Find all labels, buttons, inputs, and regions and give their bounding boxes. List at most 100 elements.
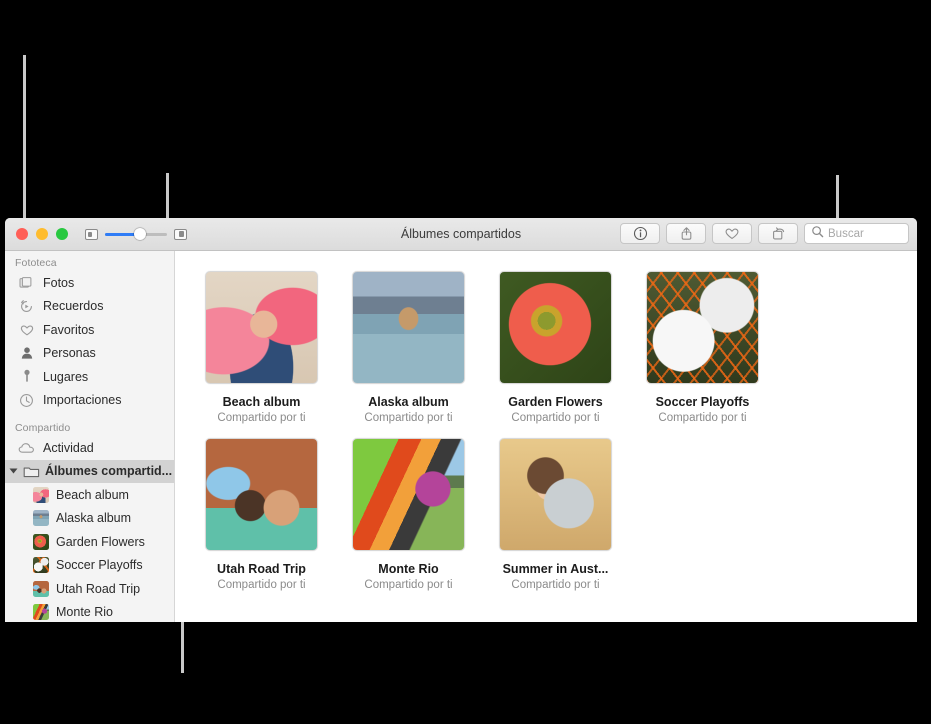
person-icon xyxy=(18,346,35,360)
sidebar-item-label: Álbumes compartid... xyxy=(45,464,173,479)
shared-albums-grid-area: Beach album Compartido por ti Alaska alb… xyxy=(176,251,917,622)
album-thumbnail xyxy=(33,533,49,550)
traffic-light-group xyxy=(5,228,68,240)
album-subtitle: Compartido por ti xyxy=(217,412,306,424)
sidebar-item-label: Monte Rio xyxy=(56,605,113,620)
sidebar-item-albumes-compartidos[interactable]: Álbumes compartid... xyxy=(5,459,174,483)
album-title: Beach album xyxy=(222,395,301,409)
album-thumbnail[interactable] xyxy=(499,271,612,384)
album-subtitle: Compartido por ti xyxy=(364,412,453,424)
clock-icon xyxy=(18,393,35,408)
album-grid: Beach album Compartido por ti Alaska alb… xyxy=(188,271,917,605)
album-thumbnail xyxy=(33,486,49,503)
cloud-icon xyxy=(18,442,35,454)
heart-icon xyxy=(18,323,35,337)
sidebar-item-label: Favoritos xyxy=(43,322,95,337)
thumbnail-small-icon xyxy=(85,228,98,240)
album-thumbnail xyxy=(33,510,49,527)
sidebar-item-label: Beach album xyxy=(56,487,129,502)
search-field[interactable]: Buscar xyxy=(804,223,909,244)
favorite-button[interactable] xyxy=(712,223,752,244)
album-card[interactable]: Monte Rio Compartido por ti xyxy=(335,438,482,591)
sidebar-item-beach-album[interactable]: Beach album xyxy=(5,483,174,507)
info-icon xyxy=(633,226,648,241)
album-card[interactable]: Beach album Compartido por ti xyxy=(188,271,335,424)
search-placeholder: Buscar xyxy=(828,227,864,240)
sidebar-item-label: Fotos xyxy=(43,275,75,290)
album-title: Summer in Aust... xyxy=(502,562,609,576)
sidebar-item-fotos[interactable]: Fotos xyxy=(5,271,174,295)
disclosure-triangle-icon[interactable] xyxy=(9,468,18,474)
memories-rewind-icon xyxy=(18,299,35,314)
sidebar-item-actividad[interactable]: Actividad xyxy=(5,436,174,460)
sidebar-item-label: Alaska album xyxy=(56,511,132,526)
album-card[interactable]: Utah Road Trip Compartido por ti xyxy=(188,438,335,591)
share-button[interactable] xyxy=(666,223,706,244)
close-button[interactable] xyxy=(16,228,28,240)
album-card[interactable]: Alaska album Compartido por ti xyxy=(335,271,482,424)
sidebar-item-label: Garden Flowers xyxy=(56,534,145,549)
sidebar-item-label: Utah Road Trip xyxy=(56,581,141,596)
rotate-icon xyxy=(771,226,786,241)
album-thumbnail[interactable] xyxy=(499,438,612,551)
sidebar-item-favoritos[interactable]: Favoritos xyxy=(5,318,174,342)
album-thumbnail[interactable] xyxy=(205,271,318,384)
folder-icon xyxy=(23,465,40,478)
sidebar-item-utah-road-trip[interactable]: Utah Road Trip xyxy=(5,577,174,601)
album-card[interactable]: Soccer Playoffs Compartido por ti xyxy=(629,271,776,424)
rotate-button[interactable] xyxy=(758,223,798,244)
sidebar-item-label: Lugares xyxy=(43,369,89,384)
album-thumbnail xyxy=(33,557,49,574)
sidebar-item-label: Importaciones xyxy=(43,393,122,408)
heart-icon xyxy=(724,226,740,241)
album-subtitle: Compartido por ti xyxy=(658,412,747,424)
sidebar: Fototeca Fotos Recuerdos Favoritos Perso… xyxy=(5,251,175,622)
album-thumbnail[interactable] xyxy=(205,438,318,551)
sidebar-item-garden-flowers[interactable]: Garden Flowers xyxy=(5,530,174,554)
album-title: Utah Road Trip xyxy=(217,562,306,576)
sidebar-section-header-library: Fototeca xyxy=(15,257,57,269)
sidebar-item-importaciones[interactable]: Importaciones xyxy=(5,389,174,413)
photos-stack-icon xyxy=(18,276,35,290)
album-title: Soccer Playoffs xyxy=(655,395,750,409)
album-thumbnail xyxy=(33,580,49,597)
map-pin-icon xyxy=(18,369,35,384)
minimize-button[interactable] xyxy=(36,228,48,240)
album-title: Garden Flowers xyxy=(508,395,603,409)
search-icon xyxy=(811,225,824,243)
slider-fill xyxy=(105,233,136,236)
album-subtitle: Compartido por ti xyxy=(364,579,453,591)
album-thumbnail[interactable] xyxy=(352,438,465,551)
album-title: Alaska album xyxy=(368,395,449,409)
slider-knob[interactable] xyxy=(133,228,146,240)
screenshot-stage: Álbumes compartidos Buscar Fototeca Foto… xyxy=(0,0,931,724)
album-subtitle: Compartido por ti xyxy=(511,579,600,591)
share-icon xyxy=(679,226,694,241)
album-card[interactable]: Garden Flowers Compartido por ti xyxy=(482,271,629,424)
zoom-slider[interactable] xyxy=(105,228,167,240)
sidebar-item-alaska-album[interactable]: Alaska album xyxy=(5,507,174,531)
thumbnail-size-slider-group[interactable] xyxy=(85,228,187,240)
sidebar-item-label: Soccer Playoffs xyxy=(56,558,143,573)
sidebar-item-personas[interactable]: Personas xyxy=(5,342,174,366)
toolbar-buttons: Buscar xyxy=(620,223,909,244)
zoom-button[interactable] xyxy=(56,228,68,240)
album-thumbnail[interactable] xyxy=(646,271,759,384)
sidebar-item-label: Personas xyxy=(43,346,96,361)
sidebar-item-lugares[interactable]: Lugares xyxy=(5,365,174,389)
window-titlebar: Álbumes compartidos Buscar xyxy=(5,218,917,251)
album-subtitle: Compartido por ti xyxy=(217,579,306,591)
info-button[interactable] xyxy=(620,223,660,244)
sidebar-item-recuerdos[interactable]: Recuerdos xyxy=(5,295,174,319)
album-card[interactable]: Summer in Aust... Compartido por ti xyxy=(482,438,629,591)
sidebar-item-soccer-playoffs[interactable]: Soccer Playoffs xyxy=(5,554,174,578)
album-thumbnail[interactable] xyxy=(352,271,465,384)
album-subtitle: Compartido por ti xyxy=(511,412,600,424)
photos-window: Álbumes compartidos Buscar Fototeca Foto… xyxy=(5,218,917,622)
sidebar-item-monte-rio[interactable]: Monte Rio xyxy=(5,601,174,623)
sidebar-section-header-shared: Compartido xyxy=(15,422,71,434)
album-thumbnail xyxy=(33,604,49,621)
sidebar-item-label: Recuerdos xyxy=(43,299,104,314)
thumbnail-large-icon xyxy=(174,228,187,240)
album-title: Monte Rio xyxy=(378,562,439,576)
